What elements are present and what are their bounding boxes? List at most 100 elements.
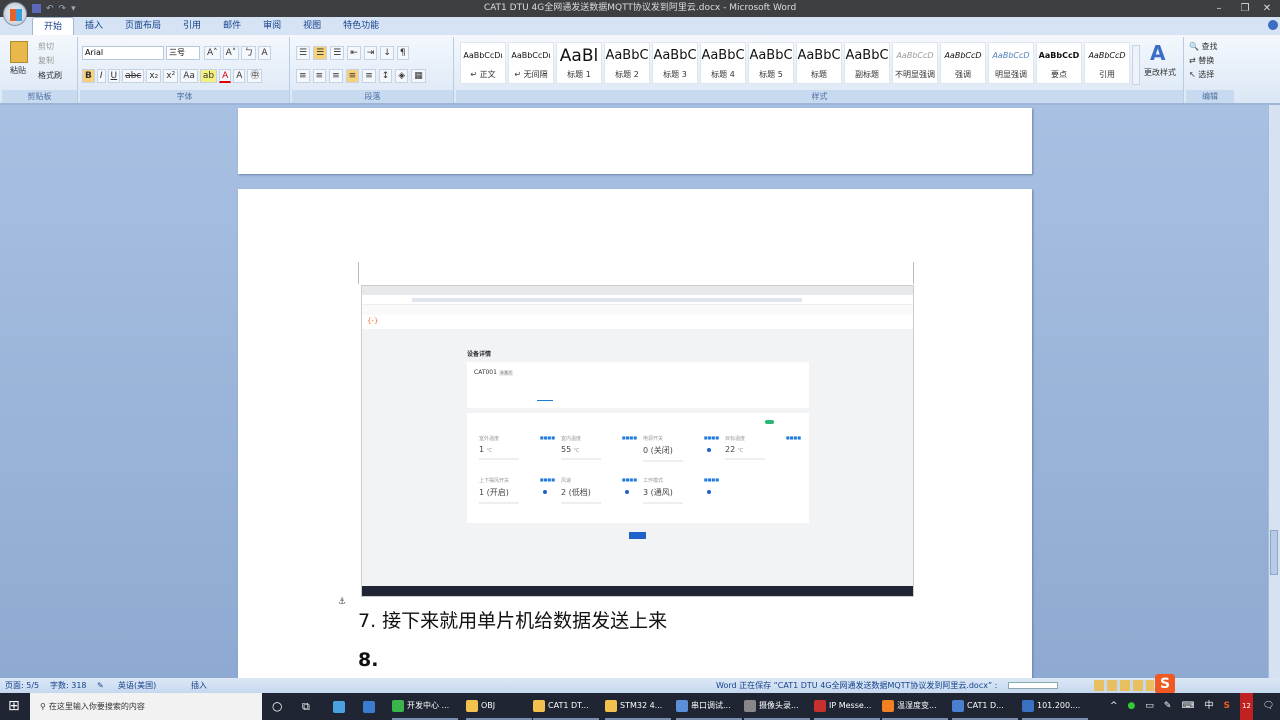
taskbar-app[interactable]: 摄像头录... [744, 693, 810, 720]
taskbar-app[interactable]: CAT1 DT... [533, 693, 599, 720]
style-1[interactable]: AaBbCcDı ↵ 无间隔 [508, 42, 554, 84]
realtime-toggle[interactable] [765, 420, 774, 424]
font-size-select[interactable]: 三号 [166, 46, 200, 60]
view-buttons[interactable] [1094, 680, 1154, 691]
view-data-link[interactable]: ■■■■ [540, 477, 555, 482]
multilevel-list-icon[interactable]: ☰ [330, 46, 345, 60]
app-icon[interactable] [333, 693, 345, 720]
style-4[interactable]: AaBbC 标题 3 [652, 42, 698, 84]
strikethrough-button[interactable]: abc [122, 69, 145, 83]
tray-app-icon[interactable]: ● [1128, 693, 1136, 720]
enclose-char-icon[interactable]: ㊥ [247, 69, 263, 83]
superscript-button[interactable]: x² [163, 69, 179, 83]
style-7[interactable]: AaBbC 标题 [796, 42, 842, 84]
proofing-icon[interactable]: ✎ [97, 678, 104, 693]
bullets-icon[interactable]: ☰ [296, 46, 311, 60]
cortana-icon[interactable]: ○ [272, 693, 282, 720]
help-icon[interactable] [1268, 20, 1278, 30]
taskbar-app[interactable]: 开发中心 ... [392, 693, 458, 720]
taskbar-app[interactable]: 串口调试... [676, 693, 742, 720]
chevron-up-icon[interactable]: ^ [1110, 693, 1118, 720]
taskbar-app[interactable]: 101.200.... [1022, 693, 1088, 720]
taskbar-app[interactable]: IP Messe... [814, 693, 880, 720]
view-data-link[interactable]: ■■■■ [786, 435, 801, 440]
style-8[interactable]: AaBbC 副标题 [844, 42, 890, 84]
vertical-scrollbar[interactable] [1268, 105, 1280, 678]
keyboard-icon[interactable]: ⌨ [1181, 693, 1194, 720]
style-6[interactable]: AaBbC 标题 5 [748, 42, 794, 84]
sogou-ime-icon[interactable]: S [1155, 674, 1175, 694]
style-9[interactable]: AaBbCcD 不明显强调 [892, 42, 938, 84]
taskbar-search[interactable]: ⚲ 在这里输入你要搜索的内容 [30, 693, 262, 720]
increase-indent-icon[interactable]: ⇥ [363, 46, 378, 60]
close-button[interactable]: ✕ [1254, 0, 1280, 17]
numbering-icon[interactable]: ☰ [313, 46, 328, 60]
cut-button[interactable]: 剪切 [38, 41, 54, 52]
taskbar-app[interactable]: STM32 4... [605, 693, 671, 720]
phonetic-icon[interactable]: ㄅ [241, 46, 257, 60]
tab-home[interactable]: 开始 [32, 17, 75, 35]
view-data-link[interactable]: ■■■■ [704, 477, 719, 482]
style-3[interactable]: AaBbC 标题 2 [604, 42, 650, 84]
action-center-icon[interactable]: 🗨 [1263, 693, 1274, 720]
taskbar-app[interactable]: OBJ [466, 693, 532, 720]
sogou-tray-icon[interactable]: S [1223, 693, 1229, 720]
copy-button[interactable]: 复制 [38, 55, 54, 66]
ime-indicator[interactable]: 中 [1204, 693, 1213, 720]
view-data-link[interactable]: ■■■■ [540, 435, 555, 440]
doc-line-8[interactable]: 8. [358, 649, 378, 671]
shrink-font-button[interactable]: A˅ [222, 46, 240, 60]
decrease-indent-icon[interactable]: ⇤ [347, 46, 361, 60]
tab-view[interactable]: 视图 [292, 17, 332, 35]
redo-icon[interactable]: ↷ [59, 4, 67, 14]
line-spacing-icon[interactable]: ↕ [378, 69, 393, 83]
borders-icon[interactable]: ▦ [411, 69, 426, 83]
insert-mode[interactable]: 插入 [191, 678, 207, 693]
embedded-button[interactable] [629, 532, 646, 539]
highlight-icon[interactable]: ab [199, 69, 218, 83]
bold-button[interactable]: B [82, 69, 95, 83]
shading-icon[interactable]: ◈ [395, 69, 409, 83]
sort-icon[interactable]: ↓ [380, 46, 394, 60]
save-icon[interactable] [32, 4, 41, 13]
find-button[interactable]: 🔍 查找 [1189, 41, 1218, 52]
taskbar-app[interactable]: 温湿度变... [882, 693, 948, 720]
tab-page-layout[interactable]: 页面布局 [114, 17, 172, 35]
embedded-screenshot[interactable]: {-} 设备详情 CAT001 未激活 室外温度 ■■■■ 1 ℃ 室内温度 ■■■■ 5… [361, 285, 914, 597]
replace-button[interactable]: ⇄ 替换 [1189, 55, 1214, 66]
word-count[interactable]: 字数: 318 [50, 678, 87, 693]
style-0[interactable]: AaBbCcDı ↵ 正文 [460, 42, 506, 84]
language[interactable]: 英语(美国) [118, 678, 156, 693]
align-right-icon[interactable]: ≡ [329, 69, 343, 83]
italic-button[interactable]: I [96, 69, 106, 83]
tab-references[interactable]: 引用 [172, 17, 212, 35]
doc-line-7[interactable]: 7. 接下来就用单片机给数据发送上来 [358, 606, 667, 633]
tab-insert[interactable]: 插入 [74, 17, 114, 35]
paste-button[interactable]: 粘贴 [10, 65, 26, 76]
font-color-icon[interactable]: A [219, 69, 232, 83]
char-border-icon[interactable]: A [258, 46, 271, 60]
style-5[interactable]: AaBbC 标题 4 [700, 42, 746, 84]
view-data-link[interactable]: ■■■■ [622, 435, 637, 440]
style-12[interactable]: AaBbCcD 要点 [1036, 42, 1082, 84]
select-button[interactable]: ↖ 选择 [1189, 69, 1214, 80]
change-styles-button[interactable]: 更改样式 [1144, 67, 1176, 78]
style-2[interactable]: AaBl 标题 1 [556, 42, 602, 84]
align-center-icon[interactable]: ≡ [312, 69, 327, 83]
office-button[interactable] [3, 2, 27, 26]
style-11[interactable]: AaBbCcD 明显强调 [988, 42, 1034, 84]
char-shading-icon[interactable]: A [233, 69, 246, 83]
tab-mailings[interactable]: 邮件 [212, 17, 252, 35]
undo-icon[interactable]: ↶ [46, 4, 54, 14]
tab-special[interactable]: 特色功能 [332, 17, 390, 35]
start-button[interactable]: ⊞ [8, 693, 20, 720]
grow-font-button[interactable]: A˄ [204, 46, 221, 60]
page-count[interactable]: 页面: 5/5 [5, 678, 39, 693]
scrollbar-thumb[interactable] [1270, 530, 1278, 575]
styles-scroll[interactable] [1132, 45, 1140, 85]
minimize-button[interactable]: – [1206, 0, 1232, 17]
view-data-link[interactable]: ■■■■ [622, 477, 637, 482]
show-marks-icon[interactable]: ¶ [396, 46, 409, 60]
format-painter-button[interactable]: 格式刷 [38, 70, 62, 81]
justify-icon[interactable]: ≡ [345, 69, 360, 83]
